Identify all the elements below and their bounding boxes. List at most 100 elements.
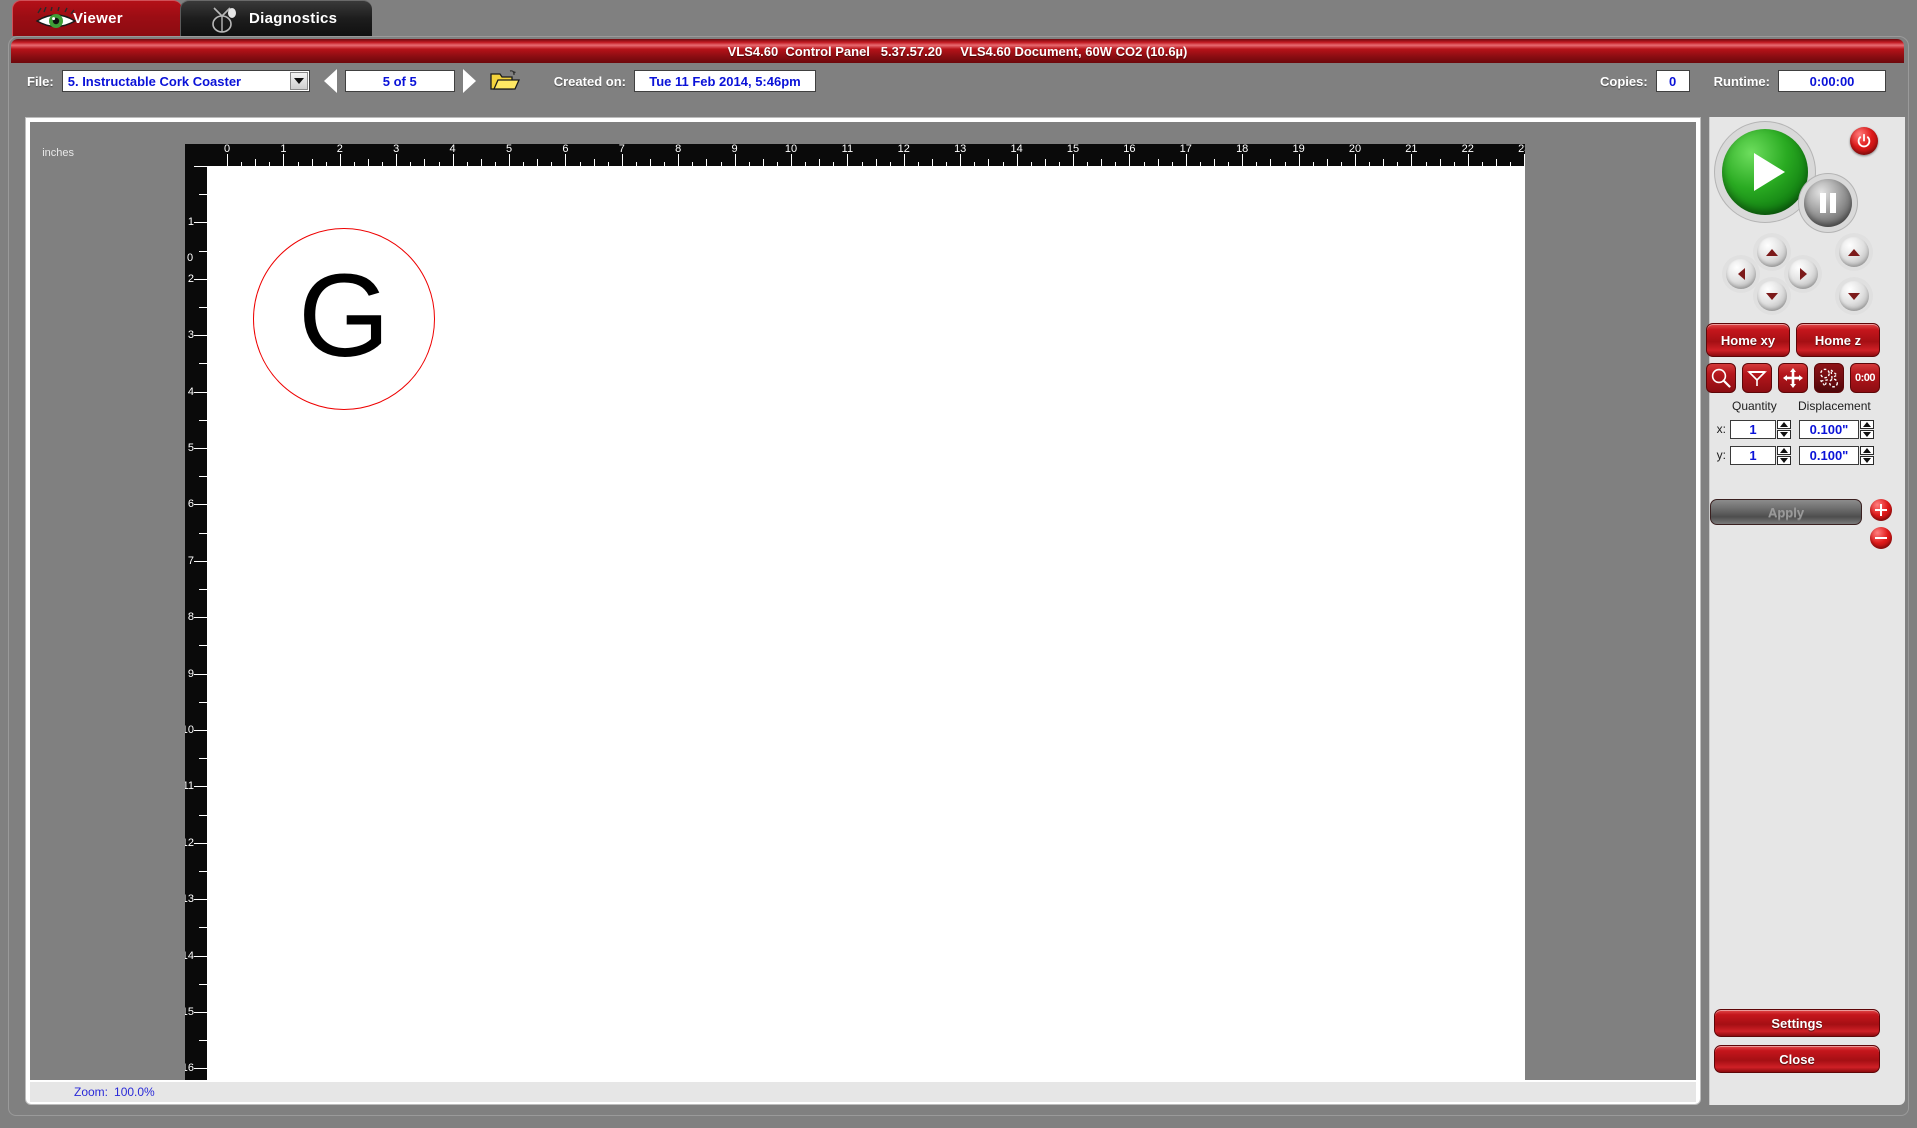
h-ruler-label: 7 (618, 144, 625, 155)
v-ruler-tick (194, 842, 207, 844)
h-ruler-tick (762, 159, 764, 166)
v-ruler-tick (199, 532, 207, 534)
zoom-label: Zoom: (74, 1085, 109, 1099)
y-quantity-field[interactable]: 1 (1730, 445, 1776, 465)
h-ruler-tick (1101, 159, 1103, 166)
y-displacement-decrement[interactable] (1860, 455, 1874, 465)
v-ruler-label: 12 (185, 836, 194, 849)
relocate-tool-button[interactable] (1778, 363, 1808, 393)
focus-view-button[interactable] (1706, 363, 1736, 393)
apply-button[interactable]: Apply (1710, 499, 1862, 525)
close-button[interactable]: Close (1714, 1045, 1880, 1073)
file-dropdown[interactable]: 5. Instructable Cork Coaster (61, 70, 310, 92)
v-ruler-tick (199, 983, 207, 985)
plus-icon (1875, 504, 1887, 516)
h-ruler-tick (791, 154, 792, 166)
home-z-button[interactable]: Home z (1796, 323, 1880, 357)
h-ruler-label: 19 (1292, 144, 1305, 155)
tab-viewer[interactable]: Viewer (12, 0, 182, 36)
select-objects-button[interactable] (1814, 363, 1844, 393)
y-quantity-stepper[interactable] (1777, 445, 1791, 465)
copies-label: Copies: (1599, 73, 1648, 89)
h-ruler-label: 21 (1405, 144, 1418, 155)
xy-jog-pad (1726, 237, 1818, 311)
jog-up-button[interactable] (1757, 237, 1787, 267)
v-ruler-tick (194, 1068, 207, 1070)
page-indicator-value: 5 of 5 (382, 73, 417, 89)
y-quantity-decrement[interactable] (1777, 455, 1791, 465)
z-up-button[interactable] (1839, 237, 1869, 267)
created-on-value-box: Tue 11 Feb 2014, 5:46pm (633, 70, 816, 92)
pause-job-button[interactable] (1804, 179, 1852, 227)
jog-right-button[interactable] (1788, 259, 1818, 289)
displacement-header: Displacement (1798, 399, 1871, 413)
work-area[interactable]: G (207, 166, 1525, 1080)
toolbar: File: 5. Instructable Cork Coaster 5 of … (11, 63, 1904, 99)
focus-z-tool-icon (1747, 371, 1767, 386)
v-ruler-tick (199, 194, 207, 196)
home-xy-button[interactable]: Home xy (1706, 323, 1790, 357)
v-ruler-label: 6 (187, 498, 194, 511)
eye-icon (35, 7, 77, 28)
y-displacement-increment[interactable] (1860, 445, 1874, 455)
jog-left-button[interactable] (1726, 259, 1756, 289)
chevron-up-icon (1848, 248, 1860, 256)
apply-label: Apply (1767, 504, 1805, 520)
add-copy-button[interactable] (1870, 499, 1892, 521)
v-ruler-tick (199, 758, 207, 760)
h-ruler-tick (1242, 154, 1244, 166)
x-quantity-increment[interactable] (1777, 419, 1791, 429)
estimate-time-button[interactable]: 0:00 (1850, 363, 1880, 393)
laser-power-button[interactable] (1850, 127, 1878, 155)
h-ruler-tick (1157, 159, 1159, 166)
x-displacement-field[interactable]: 0.100" (1799, 419, 1859, 439)
x-displacement-increment[interactable] (1860, 419, 1874, 429)
h-ruler-label: 15 (1066, 144, 1080, 155)
y-displacement-field[interactable]: 0.100" (1799, 445, 1859, 465)
copies-field[interactable]: 0 (1655, 70, 1690, 92)
y-axis-row: y: 1 0.100" (1710, 445, 1886, 465)
y-quantity-increment[interactable] (1777, 445, 1791, 455)
next-file-button[interactable] (462, 69, 476, 93)
h-ruler-tick (1439, 159, 1441, 166)
x-displacement-stepper[interactable] (1860, 419, 1874, 439)
x-quantity-decrement[interactable] (1777, 429, 1791, 439)
power-icon (1857, 133, 1871, 148)
v-ruler-tick (194, 955, 207, 957)
h-ruler-tick (227, 154, 228, 166)
v-ruler-label: 9 (187, 667, 194, 680)
v-ruler-label: 13 (185, 893, 194, 906)
minus-icon (1875, 532, 1887, 544)
x-quantity-field[interactable]: 1 (1730, 419, 1776, 439)
tab-diagnostics[interactable]: Diagnostics (180, 0, 372, 36)
open-folder-icon[interactable] (490, 69, 520, 93)
h-ruler-tick (1214, 159, 1215, 166)
h-ruler-label: 9 (731, 144, 738, 155)
z-down-button[interactable] (1839, 281, 1869, 311)
v-ruler-tick (194, 166, 207, 167)
prev-file-button[interactable] (323, 69, 337, 93)
settings-button[interactable]: Settings (1714, 1009, 1880, 1037)
focus-z-tool-button[interactable] (1742, 363, 1772, 393)
x-quantity-stepper[interactable] (1777, 419, 1791, 439)
select-objects-icon (1819, 368, 1839, 388)
v-ruler-tick (194, 730, 207, 731)
h-ruler-label: 8 (675, 144, 682, 155)
home-z-label: Home z (1814, 332, 1862, 348)
v-ruler-tick (199, 1040, 207, 1042)
v-ruler-label: 10 (185, 724, 194, 736)
start-job-button[interactable] (1722, 129, 1808, 215)
jog-down-button[interactable] (1757, 281, 1787, 311)
engrave-letter-shape[interactable]: G (253, 228, 435, 410)
h-ruler-tick (1073, 154, 1074, 166)
y-displacement-stepper[interactable] (1860, 445, 1874, 465)
x-displacement-decrement[interactable] (1860, 429, 1874, 439)
chevron-down-icon[interactable] (289, 72, 308, 90)
h-ruler-label: 0 (223, 144, 231, 155)
z-jog-pad (1832, 237, 1876, 311)
h-ruler-tick (480, 159, 482, 166)
viewer-canvas-area[interactable]: inches 0 1 2 3 4 5 6 7 8 9 10 11 12 13 14 15 16 17 18 19 20 2… (30, 122, 1696, 1080)
h-ruler-tick (283, 154, 285, 166)
remove-copy-button[interactable] (1870, 527, 1892, 549)
x-axis-label: x: (1716, 422, 1726, 436)
